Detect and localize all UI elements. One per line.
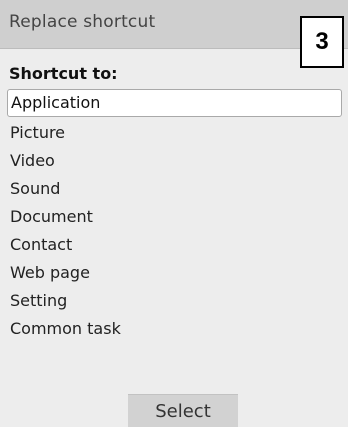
softkey-bar: Select — [0, 394, 348, 427]
phone-screen: Replace shortcut Shortcut to: Applicatio… — [0, 0, 348, 427]
list-item-document[interactable]: Document — [0, 203, 348, 231]
list-item-application[interactable]: Application — [7, 89, 342, 117]
list-item-video[interactable]: Video — [0, 147, 348, 175]
select-button[interactable]: Select — [128, 394, 238, 427]
list-item-sound[interactable]: Sound — [0, 175, 348, 203]
list-heading: Shortcut to: — [9, 64, 118, 83]
list-item-common-task[interactable]: Common task — [0, 315, 348, 343]
title-bar: Replace shortcut — [0, 0, 348, 49]
list-item-web-page[interactable]: Web page — [0, 259, 348, 287]
list-item-setting[interactable]: Setting — [0, 287, 348, 315]
page-title: Replace shortcut — [9, 12, 156, 32]
step-number-badge: 3 — [300, 16, 344, 68]
list-item-picture[interactable]: Picture — [0, 119, 348, 147]
shortcut-type-list: Application Picture Video Sound Document… — [0, 89, 348, 343]
list-item-contact[interactable]: Contact — [0, 231, 348, 259]
